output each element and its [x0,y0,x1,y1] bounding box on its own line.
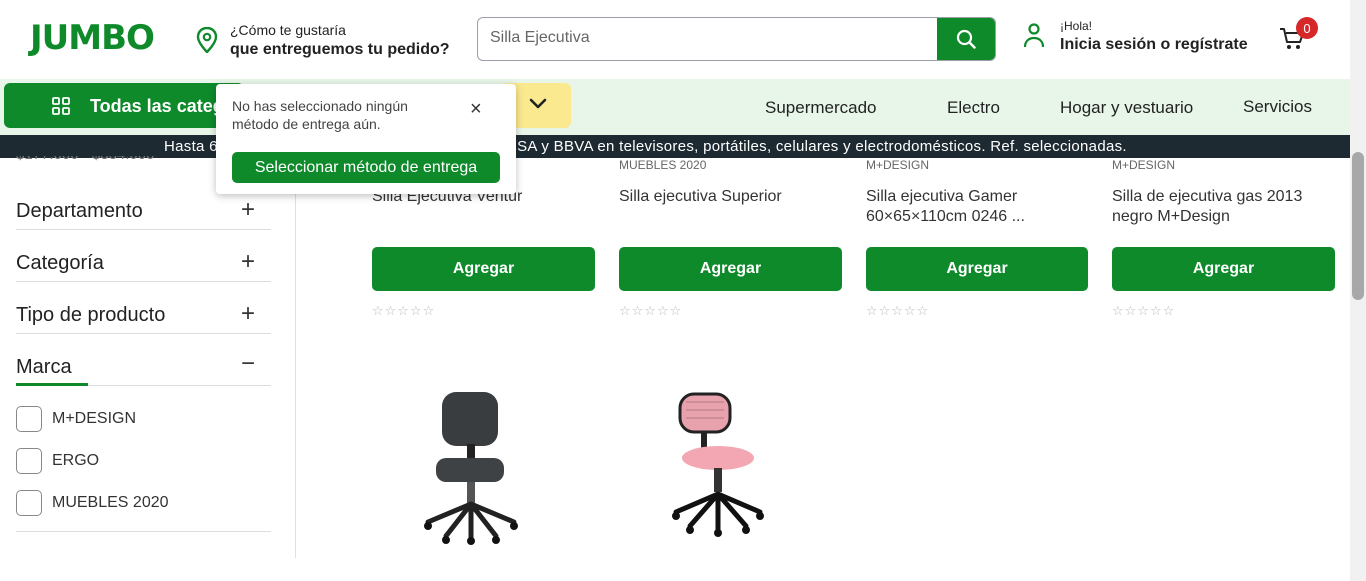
add-to-cart-button[interactable]: Agregar [619,247,842,291]
close-icon[interactable]: × [470,98,482,121]
promo-text-right: NSA y BBVA en televisores, portátiles, c… [506,138,1127,155]
jumbo-logo[interactable]: JUMBO [30,18,155,58]
delivery-method-popover: No has seleccionado ningún método de ent… [216,84,516,194]
site-header: JUMBO ¿Cómo te gustaría que entreguemos … [0,0,1350,79]
product-name[interactable]: Silla ejecutiva Gamer 60×65×110cm 0246 .… [866,187,1090,227]
product-image-black-chair[interactable] [422,388,522,551]
checkbox[interactable] [16,448,42,474]
product-brand: M+DESIGN [1112,158,1176,172]
product-name[interactable]: Silla de ejecutiva gas 2013 negro M+Desi… [1112,187,1336,227]
no-delivery-message: No has seleccionado ningún método de ent… [232,98,408,132]
filter-title: Departamento [16,200,143,222]
brand-option-label: ERGO [52,452,100,469]
expand-plus-icon: + [240,248,255,275]
nav-hogar-vestuario[interactable]: Hogar y vestuario [1060,98,1193,118]
collapse-minus-icon: − [240,350,255,377]
product-name[interactable]: Silla ejecutiva Superior [619,187,843,207]
promo-banner[interactable]: Hasta 6 NSA y BBVA en televisores, portá… [0,135,1350,158]
main-navbar: Todas las categorías Supermercado Electr… [0,79,1350,135]
add-to-cart-button[interactable]: Agregar [866,247,1088,291]
filter-tipo-producto[interactable]: Tipo de producto + [16,290,271,334]
search-icon [956,29,976,49]
all-categories-button[interactable]: Todas las categorías [4,83,244,128]
page-scrollbar[interactable] [1350,0,1366,581]
search-input[interactable] [490,29,930,47]
expand-plus-icon: + [240,196,255,223]
nav-supermercado[interactable]: Supermercado [765,98,877,118]
filter-marca[interactable]: Marca − [16,342,271,386]
delivery-question-line1: ¿Cómo te gustaría [230,22,346,38]
expand-plus-icon: + [240,300,255,327]
product-brand: MUEBLES 2020 [619,158,707,172]
location-pin-icon[interactable] [196,26,218,58]
filter-title: Categoría [16,252,104,274]
brand-option-label: M+DESIGN [52,410,137,427]
rating-stars: ☆☆☆☆☆ [372,303,436,318]
delivery-question-line2: que entreguemos tu pedido? [230,41,450,58]
greeting-text: ¡Hola! [1060,19,1093,33]
filter-categoria[interactable]: Categoría + [16,238,271,282]
scrollbar-thumb[interactable] [1352,152,1364,300]
filter-title: Tipo de producto [16,304,166,326]
promo-text-left: Hasta 6 [164,138,218,155]
active-filter-underline [16,383,88,386]
add-to-cart-button[interactable]: Agregar [1112,247,1335,291]
checkbox[interactable] [16,406,42,432]
rating-stars: ☆☆☆☆☆ [1112,303,1176,318]
nav-electro[interactable]: Electro [947,98,1000,118]
filter-title: Marca [16,356,72,378]
sidebar-divider [16,531,271,532]
delivery-selector[interactable]: ¿Cómo te gustaría que entreguemos tu ped… [230,21,450,59]
nav-servicios[interactable]: Servicios [1243,97,1312,117]
checkbox[interactable] [16,490,42,516]
login-text: Inicia sesión o regístrate [1060,36,1248,53]
cart-count-badge: 0 [1296,17,1318,39]
filters-sidebar: $177.000 - $334.000 Departamento + Categ… [0,156,296,558]
select-delivery-button[interactable]: Seleccionar método de entrega [232,152,500,183]
search-button[interactable] [937,18,995,60]
account-link[interactable]: ¡Hola! Inicia sesión o regístrate [1060,19,1248,54]
search-bar [477,17,996,61]
add-to-cart-button[interactable]: Agregar [372,247,595,291]
rating-stars: ☆☆☆☆☆ [619,303,683,318]
grid-icon [52,97,70,120]
chevron-down-icon [529,98,547,109]
product-brand: M+DESIGN [866,158,930,172]
rating-stars: ☆☆☆☆☆ [866,303,930,318]
product-image-pink-chair[interactable] [668,390,768,551]
user-icon[interactable] [1023,22,1045,53]
brand-option-label: MUEBLES 2020 [52,494,169,511]
